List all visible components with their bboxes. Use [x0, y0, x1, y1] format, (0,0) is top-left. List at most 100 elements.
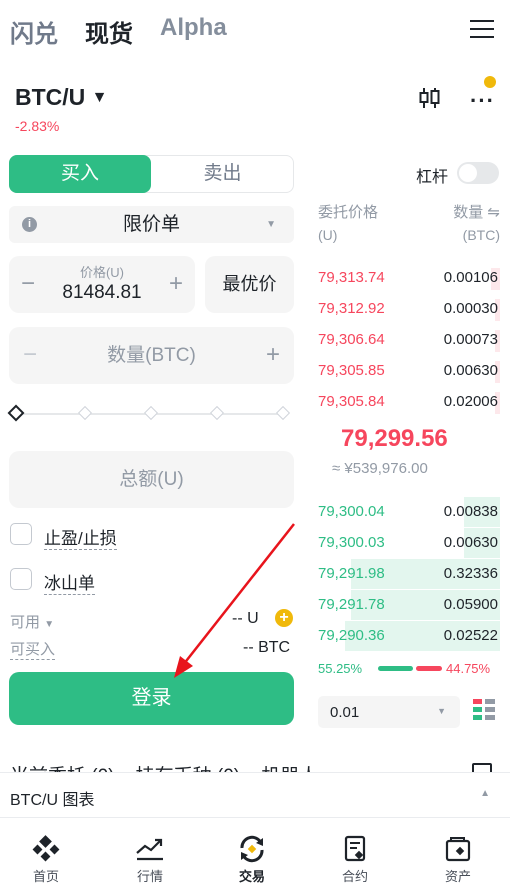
slider-mark-25[interactable]	[77, 405, 93, 421]
sell-ratio-bar	[416, 666, 442, 671]
nav-trade[interactable]: 交易	[212, 832, 292, 885]
bid-row[interactable]: 79,290.36 0.02522	[318, 621, 500, 651]
ask-row[interactable]: 79,305.85 0.00630	[318, 356, 500, 386]
pair-change: -2.83%	[15, 118, 60, 134]
ask-qty: 0.02006	[443, 393, 498, 410]
tp-sl-label[interactable]: 止盈/止损	[44, 524, 117, 550]
nav-markets[interactable]: 行情	[110, 832, 190, 885]
nav-home[interactable]: 首页	[6, 832, 86, 885]
quantity-plus-button[interactable]: +	[266, 341, 280, 369]
bid-price: 79,290.36	[318, 627, 385, 644]
last-price[interactable]: 79,299.56	[341, 425, 448, 453]
chevron-up-icon: ▲	[480, 788, 490, 799]
available-value: -- U	[232, 610, 259, 627]
bid-price: 79,300.03	[318, 534, 385, 551]
orderbook-layout-icon[interactable]	[472, 698, 496, 722]
slider-mark-50[interactable]	[143, 405, 159, 421]
price-input[interactable]: − 价格(U) 81484.81 +	[9, 256, 195, 313]
bid-qty: 0.02522	[443, 627, 498, 644]
notification-dot	[484, 76, 496, 88]
bid-qty: 0.32336	[443, 565, 498, 582]
bid-row[interactable]: 79,300.03 0.00630	[318, 528, 500, 558]
dropdown-arrow-icon: ▼	[437, 706, 446, 716]
ask-row[interactable]: 79,306.64 0.00073	[318, 325, 500, 355]
bid-price: 79,291.78	[318, 596, 385, 613]
ask-qty: 0.00106	[443, 269, 498, 286]
price-label: 价格(U)	[79, 265, 125, 280]
order-type-value: 限价单	[122, 214, 180, 235]
chart-bar[interactable]: BTC/U 图表 ▲	[0, 772, 510, 818]
ob-qty-header[interactable]: 数量 ⇋ (BTC)	[420, 202, 500, 246]
more-icon[interactable]: ···	[468, 76, 498, 112]
caret-down-icon: ▼	[91, 89, 108, 106]
slider-handle[interactable]	[7, 404, 25, 422]
ask-price: 79,305.85	[318, 362, 385, 379]
tp-sl-checkbox[interactable]	[10, 523, 32, 545]
total-input[interactable]: 总额(U)	[9, 451, 294, 508]
ask-row[interactable]: 79,313.74 0.00106	[318, 263, 500, 293]
nav-assets[interactable]: 资产	[418, 832, 498, 885]
trade-icon	[240, 835, 264, 863]
ask-price: 79,313.74	[318, 269, 385, 286]
menu-icon[interactable]	[470, 18, 494, 38]
iceberg-label[interactable]: 冰山单	[44, 569, 95, 595]
quantity-input[interactable]: − 数量(BTC) +	[9, 327, 294, 384]
bid-row[interactable]: 79,291.78 0.05900	[318, 590, 500, 620]
order-history-icon[interactable]	[472, 763, 492, 772]
tab-spot[interactable]: 现货	[85, 14, 133, 49]
pair-name: BTC/U	[15, 84, 86, 110]
precision-select[interactable]: 0.01 ▼	[318, 696, 460, 728]
slider-mark-75[interactable]	[209, 405, 225, 421]
bid-qty: 0.00838	[443, 503, 498, 520]
slider-mark-100[interactable]	[275, 405, 291, 421]
order-type-select[interactable]: i 限价单 ▼	[9, 206, 294, 243]
swap-icon[interactable]: ⇋	[487, 204, 500, 221]
bottom-tabs-peek: 当前委托 (0) 持有币种 (0) 机器人	[0, 755, 510, 772]
futures-icon	[344, 835, 366, 862]
login-button[interactable]: 登录	[9, 672, 294, 725]
bid-qty: 0.05900	[443, 596, 498, 613]
bid-price: 79,300.04	[318, 503, 385, 520]
tab-alpha[interactable]: Alpha	[160, 14, 227, 42]
bid-price: 79,291.98	[318, 565, 385, 582]
can-buy-label: 可买入	[10, 638, 56, 660]
ask-qty: 0.00030	[443, 300, 498, 317]
bid-row[interactable]: 79,300.04 0.00838	[318, 497, 500, 527]
ask-row[interactable]: 79,312.92 0.00030	[318, 294, 500, 324]
best-price-button[interactable]: 最优价	[205, 256, 294, 313]
sell-tab[interactable]: 卖出	[151, 155, 294, 193]
buy-ratio-bar	[378, 666, 413, 671]
dropdown-arrow-icon: ▼	[266, 219, 276, 230]
home-icon	[32, 835, 60, 862]
caret-down-icon: ▼	[44, 619, 55, 630]
add-funds-icon[interactable]: +	[275, 609, 293, 627]
candlestick-icon[interactable]	[418, 86, 442, 110]
ask-price: 79,312.92	[318, 300, 385, 317]
buy-tab[interactable]: 买入	[9, 155, 151, 193]
ob-price-header: 委托价格 (U)	[318, 204, 379, 243]
buy-ratio: 55.25%	[318, 661, 363, 676]
precision-value: 0.01	[330, 704, 360, 721]
bid-row[interactable]: 79,291.98 0.32336	[318, 559, 500, 589]
price-value: 81484.81	[62, 282, 142, 303]
ask-qty: 0.00630	[443, 362, 498, 379]
last-price-cny: ≈ ¥539,976.00	[332, 460, 428, 477]
leverage-toggle[interactable]	[457, 162, 499, 184]
tab-convert[interactable]: 闪兑	[10, 14, 58, 49]
chart-line-icon	[136, 838, 163, 861]
ask-price: 79,306.64	[318, 331, 385, 348]
price-plus-button[interactable]: +	[169, 270, 183, 298]
leverage-label: 杠杆	[416, 169, 449, 186]
nav-futures[interactable]: 合约	[315, 832, 395, 885]
pair-selector[interactable]: BTC/U ▼	[15, 84, 108, 111]
sell-ratio: 44.75%	[446, 661, 491, 676]
quantity-placeholder: 数量(BTC)	[107, 345, 196, 366]
iceberg-checkbox[interactable]	[10, 568, 32, 590]
chart-bar-label: BTC/U 图表	[10, 792, 95, 809]
ask-row[interactable]: 79,305.84 0.02006	[318, 387, 500, 417]
bid-qty: 0.00630	[443, 534, 498, 551]
ask-qty: 0.00073	[443, 331, 498, 348]
can-buy-value: -- BTC	[243, 639, 291, 656]
ask-price: 79,305.84	[318, 393, 385, 410]
available-label[interactable]: 可用 ▼	[10, 611, 54, 632]
